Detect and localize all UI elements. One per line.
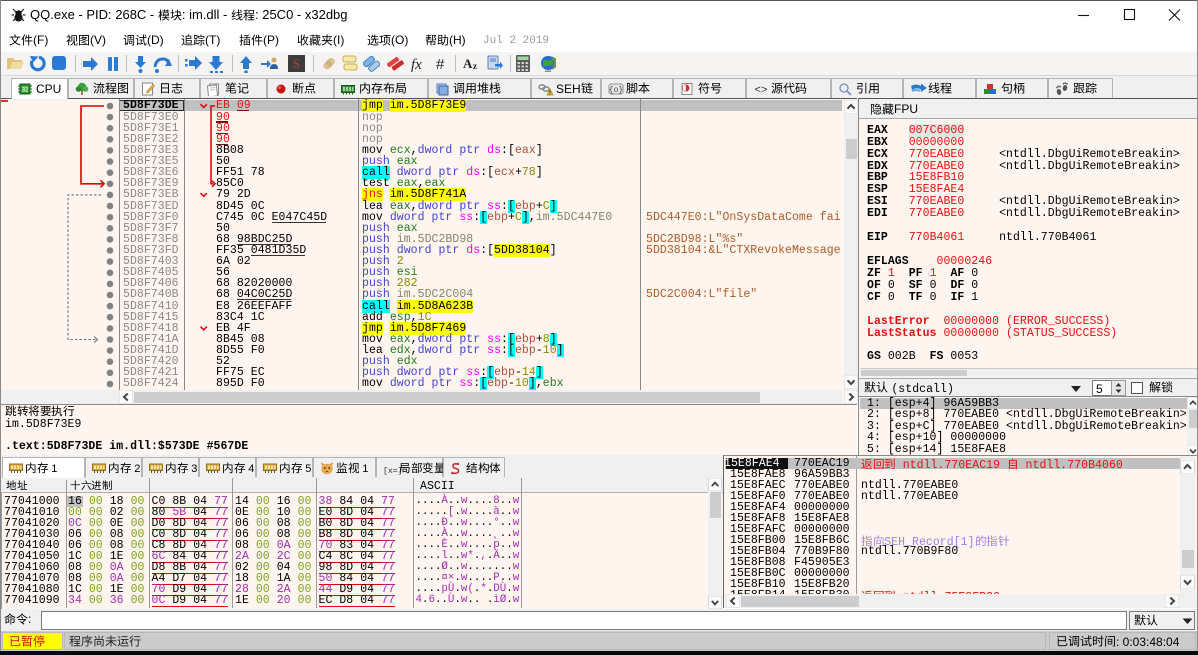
svg-text:<>: <> — [754, 85, 767, 96]
svg-text:A: A — [463, 56, 473, 71]
svg-text:32: 32 — [22, 88, 29, 94]
svg-text:S: S — [293, 56, 300, 71]
svg-text:!: ! — [549, 91, 551, 96]
svg-text:#: # — [436, 56, 445, 73]
svg-text:{o}: {o} — [609, 86, 623, 95]
svg-text:fx: fx — [411, 57, 422, 73]
svg-text:z: z — [473, 61, 477, 71]
